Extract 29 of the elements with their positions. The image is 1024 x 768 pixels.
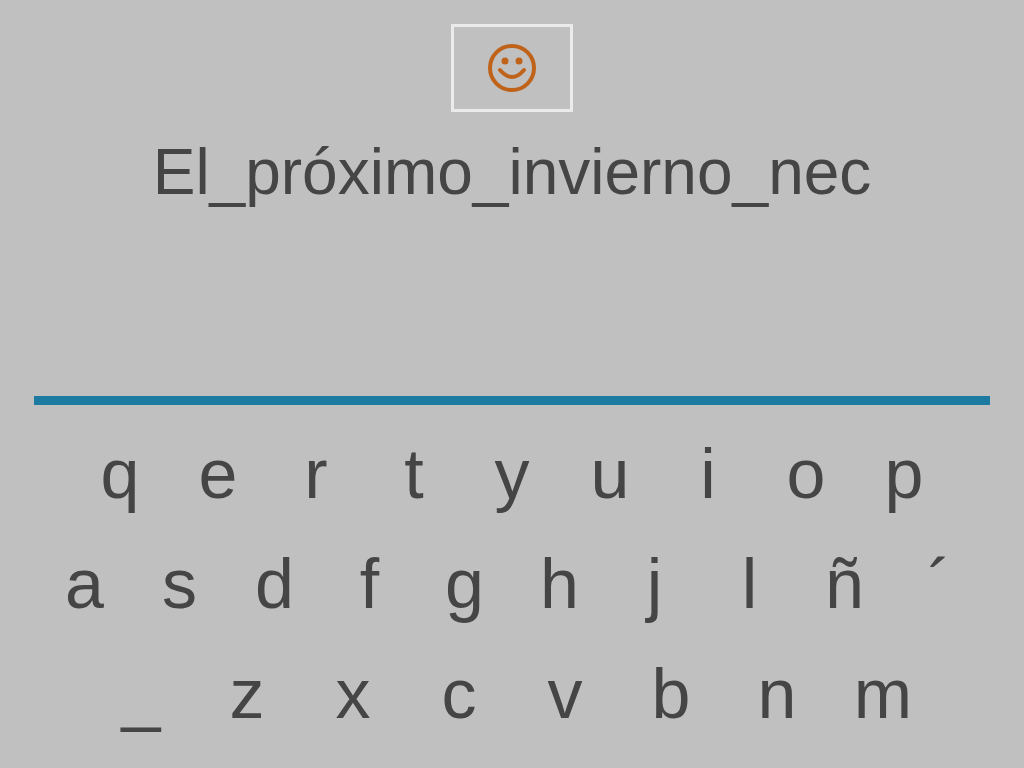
phrase-text: El_próximo_invierno_nec xyxy=(152,136,872,208)
letter-key[interactable]: a xyxy=(37,539,132,629)
letter-key[interactable]: h xyxy=(512,539,607,629)
letter-key[interactable]: o xyxy=(757,429,855,519)
smiley-icon xyxy=(486,42,538,94)
letter-key[interactable]: z xyxy=(194,649,300,739)
letter-key[interactable]: q xyxy=(71,429,169,519)
letter-key[interactable]: g xyxy=(417,539,512,629)
letter-key[interactable]: b xyxy=(618,649,724,739)
letter-key[interactable]: t xyxy=(365,429,463,519)
letter-key[interactable]: i xyxy=(659,429,757,519)
letter-key[interactable]: u xyxy=(561,429,659,519)
letter-key[interactable]: ñ xyxy=(797,539,892,629)
letter-key[interactable]: j xyxy=(607,539,702,629)
letter-key[interactable]: v xyxy=(512,649,618,739)
letter-key[interactable]: d xyxy=(227,539,322,629)
letter-key[interactable]: e xyxy=(169,429,267,519)
letter-key[interactable]: p xyxy=(855,429,953,519)
letter-key[interactable]: ´ xyxy=(892,539,987,629)
letter-key[interactable]: m xyxy=(830,649,936,739)
letter-key[interactable]: _ xyxy=(88,649,194,739)
letter-key[interactable]: l xyxy=(702,539,797,629)
letter-key[interactable]: c xyxy=(406,649,512,739)
letter-key[interactable]: x xyxy=(300,649,406,739)
letter-key[interactable]: s xyxy=(132,539,227,629)
letter-key[interactable]: f xyxy=(322,539,417,629)
letter-key[interactable]: r xyxy=(267,429,365,519)
letter-key[interactable]: n xyxy=(724,649,830,739)
letter-key[interactable]: y xyxy=(463,429,561,519)
